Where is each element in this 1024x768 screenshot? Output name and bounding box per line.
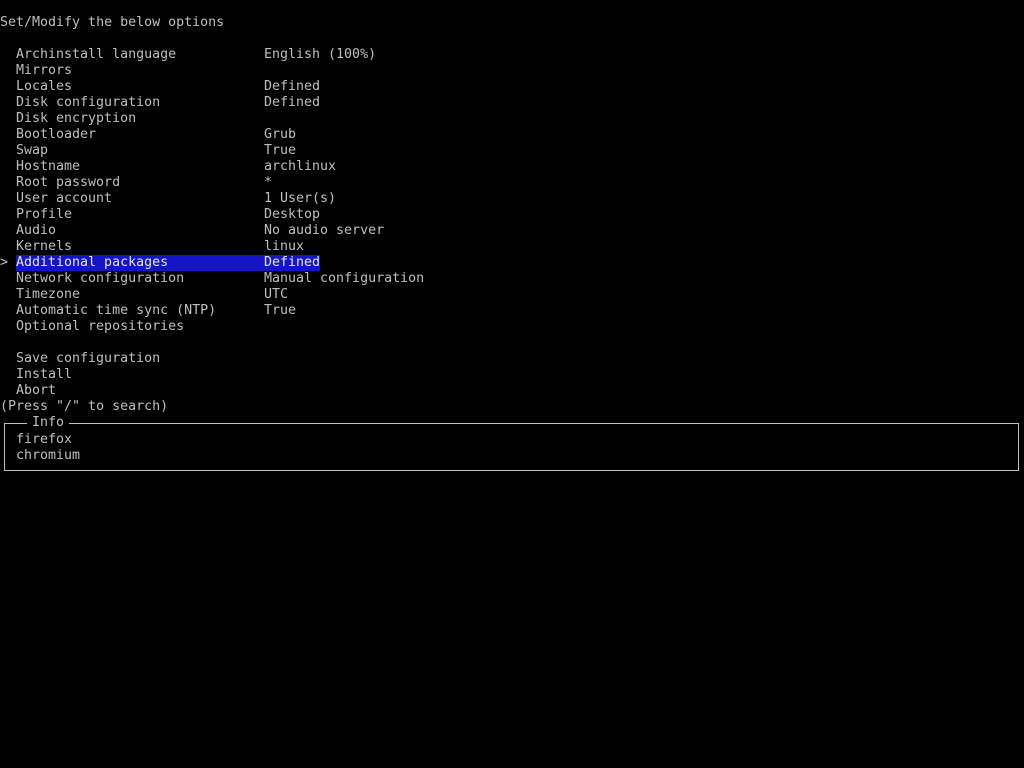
menu-item-label: Swap	[16, 143, 49, 158]
menu-item-label: Optional repositories	[16, 319, 185, 334]
menu-item-hostname[interactable]: Hostname archlinux	[0, 159, 1024, 175]
menu-item-value: True	[264, 143, 297, 158]
menu-item-label: Archinstall language	[16, 47, 177, 62]
menu-item-value: Defined	[264, 255, 321, 271]
menu-item-value: Desktop	[264, 207, 321, 222]
menu-item-profile[interactable]: Profile Desktop	[0, 207, 1024, 223]
menu-item-optional-repositories[interactable]: Optional repositories	[0, 319, 1024, 335]
menu-item-label: Root password	[16, 175, 121, 190]
menu-item-disk-configuration[interactable]: Disk configuration Defined	[0, 95, 1024, 111]
menu-separator	[0, 335, 1024, 351]
menu-item-label: Bootloader	[16, 127, 97, 142]
menu-item-label: Disk configuration	[16, 95, 161, 110]
action-label: Save configuration	[16, 351, 161, 366]
info-panel-title: Info	[27, 415, 70, 431]
menu-item-label: Timezone	[16, 287, 81, 302]
menu-item-value: True	[264, 303, 297, 318]
info-panel: Info firefox chromium	[4, 415, 1019, 471]
menu-item-label: Automatic time sync (NTP)	[16, 303, 217, 318]
menu-item-value: *	[264, 175, 273, 190]
menu-item-label: Locales	[16, 79, 73, 94]
menu-item-value: No audio server	[264, 223, 385, 238]
menu-item-label: Profile	[16, 207, 73, 222]
menu-item-bootloader[interactable]: Bootloader Grub	[0, 127, 1024, 143]
menu-item-value: UTC	[264, 287, 289, 302]
menu-item-label: Disk encryption	[16, 111, 137, 126]
menu-item-label: Hostname	[16, 159, 81, 174]
menu-item-network-configuration[interactable]: Network configuration Manual configurati…	[0, 271, 1024, 287]
menu-item-value: archlinux	[264, 159, 337, 174]
action-label: Abort	[16, 383, 57, 398]
menu-item-root-password[interactable]: Root password *	[0, 175, 1024, 191]
menu-item-label: Kernels	[16, 239, 73, 254]
menu-item-label: Mirrors	[16, 63, 73, 78]
menu-item-mirrors[interactable]: Mirrors	[0, 63, 1024, 79]
menu-item-timezone[interactable]: Timezone UTC	[0, 287, 1024, 303]
menu-item-value: linux	[264, 239, 305, 254]
menu-item-value: English (100%)	[264, 47, 377, 62]
menu-item-disk-encryption[interactable]: Disk encryption	[0, 111, 1024, 127]
menu-item-user-account[interactable]: User account 1 User(s)	[0, 191, 1024, 207]
install-action[interactable]: Install	[0, 367, 1024, 383]
page-title: Set/Modify the below options	[0, 15, 225, 30]
info-package-line: firefox	[16, 432, 73, 447]
menu-item-value: Defined	[264, 95, 321, 110]
menu-item-label: User account	[16, 191, 113, 206]
menu-item-automatic-time-sync[interactable]: Automatic time sync (NTP) True	[0, 303, 1024, 319]
action-label: Install	[16, 367, 73, 382]
info-package-line: chromium	[16, 448, 81, 463]
menu-item-additional-packages[interactable]: > Additional packages Defined	[0, 255, 1024, 271]
menu-item-value: Manual configuration	[264, 271, 425, 286]
terminal-screen: Set/Modify the below options Archinstall…	[0, 0, 1024, 768]
search-hint: (Press "/" to search)	[0, 399, 169, 414]
menu-item-swap[interactable]: Swap True	[0, 143, 1024, 159]
save-configuration-action[interactable]: Save configuration	[0, 351, 1024, 367]
menu-item-locales[interactable]: Locales Defined	[0, 79, 1024, 95]
menu-item-value: Defined	[264, 79, 321, 94]
menu-item-value: Grub	[264, 127, 297, 142]
menu-item-audio[interactable]: Audio No audio server	[0, 223, 1024, 239]
selection-cursor: >	[0, 255, 9, 270]
options-menu: Archinstall language English (100%) Mirr…	[0, 47, 1024, 399]
menu-item-kernels[interactable]: Kernels linux	[0, 239, 1024, 255]
abort-action[interactable]: Abort	[0, 383, 1024, 399]
menu-item-label: Audio	[16, 223, 57, 238]
menu-item-label: Network configuration	[16, 271, 185, 286]
menu-item-value: 1 User(s)	[264, 191, 337, 206]
menu-item-label: Additional packages	[16, 255, 264, 271]
menu-item-archinstall-language[interactable]: Archinstall language English (100%)	[0, 47, 1024, 63]
